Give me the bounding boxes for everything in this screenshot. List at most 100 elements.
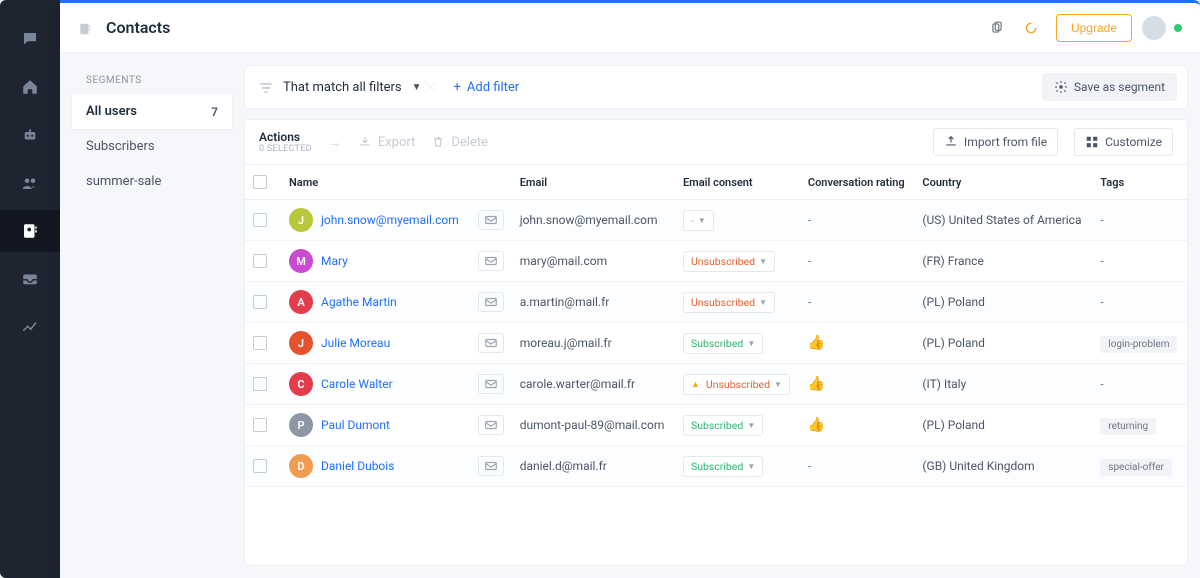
row-checkbox[interactable] — [253, 377, 267, 391]
contact-name-link[interactable]: Agathe Martin — [321, 295, 397, 309]
email-cell: carole.warter@mail.fr — [512, 364, 675, 405]
col-consent[interactable]: Email consent — [675, 165, 800, 200]
gear-icon — [1054, 80, 1068, 95]
consent-pill[interactable]: Unsubscribed ▼ — [683, 374, 790, 395]
country-cell: (IT) Italy — [914, 364, 1092, 405]
home-icon[interactable] — [0, 66, 60, 108]
inbox-icon[interactable] — [0, 258, 60, 300]
contact-name-link[interactable]: Mary — [321, 254, 348, 268]
avatar: D — [289, 454, 313, 478]
presence-dot — [1174, 24, 1182, 32]
consent-pill[interactable]: Subscribed ▼ — [683, 456, 763, 477]
email-icon-button[interactable] — [478, 456, 504, 476]
contact-name-link[interactable]: Paul Dumont — [321, 418, 390, 432]
email-cell: moreau.j@mail.fr — [512, 323, 675, 364]
avatar: P — [289, 413, 313, 437]
segment-item[interactable]: All users7 — [72, 94, 232, 129]
thumbs-up-icon: 👍 — [808, 335, 825, 351]
copy-icon[interactable] — [982, 13, 1012, 43]
match-filter-dropdown[interactable]: That match all filters ▼ — [255, 65, 436, 109]
email-cell: john.snow@myemail.com — [512, 200, 675, 241]
delete-button[interactable]: Delete — [431, 135, 488, 150]
row-checkbox[interactable] — [253, 213, 267, 227]
row-checkbox[interactable] — [253, 459, 267, 473]
table-row: AAgathe Martina.martin@mail.frUnsubscrib… — [245, 282, 1187, 323]
col-name[interactable]: Name — [281, 165, 470, 200]
country-cell: (GB) United Kingdom — [914, 446, 1092, 487]
add-filter-label: Add filter — [467, 80, 519, 95]
export-button[interactable]: Export — [358, 135, 416, 150]
email-icon-button[interactable] — [478, 251, 504, 271]
table-header-row: Name Email Email consent Conversation ra… — [245, 165, 1187, 200]
segment-item[interactable]: Subscribers — [72, 129, 232, 164]
match-filter-label: That match all filters — [283, 80, 402, 95]
tag-chip[interactable]: special-offer — [1100, 459, 1172, 476]
avatar: C — [289, 372, 313, 396]
customize-button[interactable]: Customize — [1074, 128, 1173, 156]
col-rating[interactable]: Conversation rating — [800, 165, 915, 200]
chevron-down-icon: ▼ — [412, 82, 422, 93]
col-email[interactable]: Email — [512, 165, 675, 200]
table-row: P Paul Dumont dumont-paul-89@mail.com Subsc… — [245, 405, 1187, 446]
email-icon-button[interactable] — [478, 415, 504, 435]
import-button[interactable]: Import from file — [933, 128, 1058, 156]
avatar: J — [289, 208, 313, 232]
add-filter-button[interactable]: + Add filter — [454, 80, 520, 95]
refresh-icon[interactable] — [1016, 13, 1046, 43]
email-cell: mary@mail.com — [512, 241, 675, 282]
row-checkbox[interactable] — [253, 295, 267, 309]
contact-name-link[interactable]: Carole Walter — [321, 377, 393, 391]
actions-label: Actions 0 SELECTED — [259, 130, 312, 154]
country-cell: (PL) Poland — [914, 323, 1092, 364]
contacts-icon[interactable] — [0, 210, 60, 252]
chat-icon[interactable] — [0, 18, 60, 60]
consent-pill[interactable]: Subscribed ▼ — [683, 333, 763, 354]
row-checkbox[interactable] — [253, 254, 267, 268]
page-title: Contacts — [106, 18, 170, 37]
rating-cell: - — [800, 200, 915, 241]
people-icon[interactable] — [0, 162, 60, 204]
consent-pill[interactable]: Unsubscribed ▼ — [683, 251, 775, 272]
contact-name-link[interactable]: Daniel Dubois — [321, 459, 394, 473]
select-all-checkbox[interactable] — [253, 175, 267, 189]
plus-icon: + — [454, 80, 461, 95]
rating-cell: - — [800, 446, 915, 487]
table-row: D Daniel Dubois daniel.d@mail.fr Subscribed… — [245, 446, 1187, 487]
main-panel: Contacts Upgrade SEGMENTS All users7Subs… — [60, 0, 1200, 578]
email-icon-button[interactable] — [478, 210, 504, 230]
table-row: Jjohn.snow@myemail.com john.snow@myemail.… — [245, 200, 1187, 241]
email-cell: dumont-paul-89@mail.com — [512, 405, 675, 446]
row-checkbox[interactable] — [253, 336, 267, 350]
contacts-table: Name Email Email consent Conversation ra… — [244, 165, 1188, 566]
table-row: C Carole Walter carole.warter@mail.fr Unsub… — [245, 364, 1187, 405]
rating-cell: - — [800, 241, 915, 282]
col-country[interactable]: Country — [914, 165, 1092, 200]
email-icon-button[interactable] — [478, 374, 504, 394]
user-avatar[interactable] — [1142, 16, 1166, 40]
email-cell: daniel.d@mail.fr — [512, 446, 675, 487]
consent-pill[interactable]: Subscribed ▼ — [683, 415, 763, 436]
contact-name-link[interactable]: Julie Moreau — [321, 336, 390, 350]
contacts-glyph-icon — [78, 19, 96, 37]
email-icon-button[interactable] — [478, 292, 504, 312]
table-row: JJulie Moreaumoreau.j@mail.frSubscribed … — [245, 323, 1187, 364]
tag-chip[interactable]: returning — [1100, 418, 1156, 435]
filter-bar: That match all filters ▼ + Add filter Sa… — [244, 65, 1188, 109]
content-area: That match all filters ▼ + Add filter Sa… — [244, 65, 1188, 566]
avatar: A — [289, 290, 313, 314]
filter-icon — [259, 78, 273, 97]
save-segment-button[interactable]: Save as segment — [1042, 73, 1177, 102]
upgrade-button[interactable]: Upgrade — [1056, 14, 1132, 42]
bot-icon[interactable] — [0, 114, 60, 156]
contact-name-link[interactable]: john.snow@myemail.com — [321, 213, 459, 227]
country-cell: (FR) France — [914, 241, 1092, 282]
tag-chip[interactable]: login-problem — [1100, 336, 1177, 353]
email-icon-button[interactable] — [478, 333, 504, 353]
segment-item[interactable]: summer-sale — [72, 164, 232, 199]
trend-icon[interactable] — [0, 306, 60, 348]
col-tags[interactable]: Tags — [1092, 165, 1187, 200]
actions-bar: Actions 0 SELECTED → Export Delete — [244, 119, 1188, 165]
consent-pill[interactable]: - ▼ — [683, 210, 714, 231]
row-checkbox[interactable] — [253, 418, 267, 432]
consent-pill[interactable]: Unsubscribed ▼ — [683, 292, 775, 313]
